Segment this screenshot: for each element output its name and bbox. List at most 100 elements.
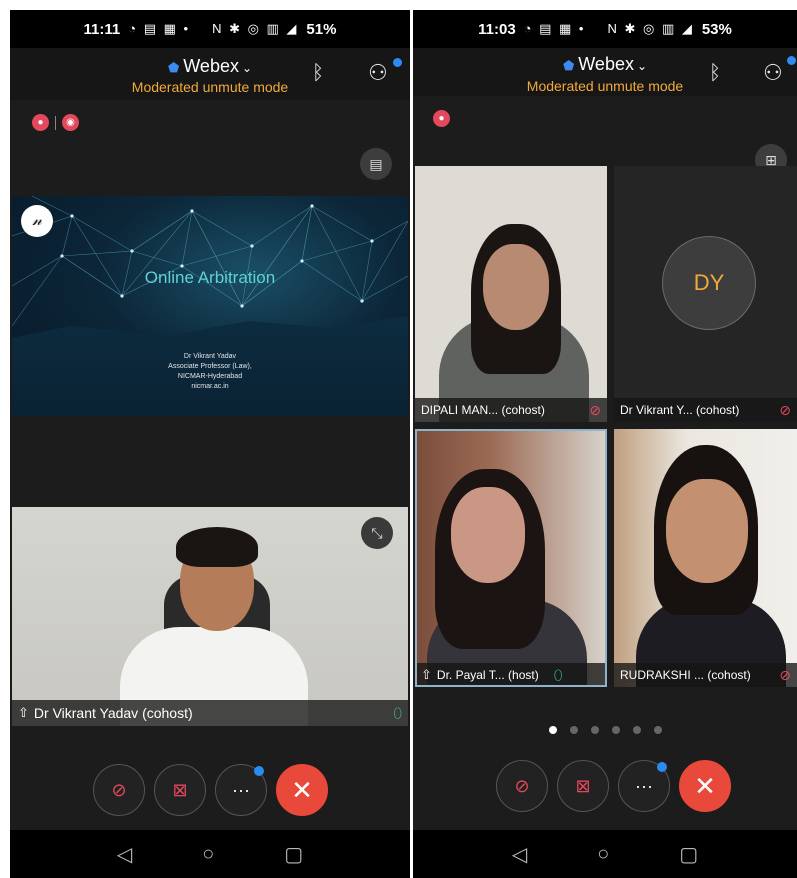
share-icon: ⇧	[18, 705, 29, 720]
meeting-indicators: ● ◉	[32, 114, 79, 131]
avatar: DY	[662, 236, 756, 330]
video-off-icon: ⊠	[172, 779, 188, 800]
moderated-mode-label: Moderated unmute mode	[131, 79, 289, 95]
mute-indicator-icon: ●	[433, 110, 450, 127]
mic-on-icon: ⬯	[393, 704, 402, 721]
end-call-button[interactable]: ✕	[276, 764, 328, 816]
mute-button[interactable]: ⊘	[496, 760, 548, 812]
phone-screen-right: 11:03 ◔ ▤ ▦ • N ✱ ◎ ▥ ◢ 53% ⬟ Webex ⌄ Mode…	[413, 10, 797, 878]
active-speaker-video[interactable]: ⤡ ⇧ Dr Vikrant Yadav (cohost) ⬯	[12, 507, 408, 726]
participant-tile[interactable]: DIPALI MAN... (cohost) ⊘	[415, 166, 607, 422]
home-icon[interactable]: ○	[597, 843, 609, 866]
call-controls: ⊘ ⊠ ··· ✕	[93, 764, 328, 816]
slide-title: Online Arbitration	[144, 268, 276, 287]
end-call-icon: ✕	[694, 770, 716, 801]
mic-muted-lock-icon: ⊘	[111, 779, 127, 800]
share-icon: ⇧	[421, 667, 432, 682]
status-bar: 11:11 ◔ ▤ ▦ • N ✱ ◎ ▥ ◢ 51%	[10, 10, 410, 48]
status-icons: ◔ ▤ ▦ •	[523, 21, 586, 36]
more-button[interactable]: ···	[215, 764, 267, 816]
notification-dot	[393, 58, 402, 67]
participant-head	[451, 487, 525, 583]
recents-icon[interactable]: ▢	[679, 842, 698, 867]
participant-name: Dr Vikrant Yadav (cohost)	[33, 705, 193, 721]
system-nav-bar: ◁ ○ ▢	[413, 830, 797, 878]
fullscreen-icon[interactable]: ⤡	[361, 517, 393, 549]
bluetooth-icon[interactable]: ᛒ	[709, 62, 721, 85]
video-name-bar: ⇧ Dr. Payal T... (host) ⬯	[415, 663, 607, 687]
mic-muted-icon: ⊘	[779, 666, 791, 683]
more-icon: ···	[232, 779, 250, 800]
layout-icon[interactable]: ▤	[360, 148, 392, 180]
status-right-icons: N ✱ ◎ ▥ ◢	[607, 21, 694, 36]
mute-indicator-icon: ●	[32, 114, 49, 131]
app-title-menu[interactable]: ⬟ Webex ⌄	[413, 54, 797, 75]
more-button[interactable]: ···	[618, 760, 670, 812]
meeting-indicators: ●	[433, 110, 450, 127]
notification-dot	[657, 762, 667, 772]
back-icon[interactable]: ◁	[512, 842, 527, 867]
video-button[interactable]: ⊠	[154, 764, 206, 816]
end-call-icon: ✕	[291, 774, 313, 805]
page-dot[interactable]	[611, 726, 620, 734]
mic-muted-icon: ⊘	[779, 401, 791, 418]
mic-muted-lock-icon: ⊘	[514, 775, 530, 796]
slide-institution: NICMAR-Hyderabad	[177, 373, 243, 380]
phone-screen-left: 11:11 ◔ ▤ ▦ • N ✱ ◎ ▥ ◢ 51% ⬟ Webex ⌄ Mode…	[10, 10, 410, 878]
call-controls: ⊘ ⊠ ··· ✕	[496, 760, 731, 812]
page-dot[interactable]	[548, 726, 557, 734]
chevron-down-icon: ⌄	[636, 59, 648, 73]
more-icon: ···	[635, 775, 653, 796]
video-button[interactable]: ⊠	[557, 760, 609, 812]
video-off-icon: ⊠	[575, 775, 591, 796]
participant-tile[interactable]: RUDRAKSHI ... (cohost) ⊘	[614, 429, 797, 687]
participant-tile[interactable]: ⇧ Dr. Payal T... (host) ⬯	[415, 429, 607, 687]
speaker-hair	[176, 527, 258, 567]
battery-level: 53%	[701, 20, 732, 38]
recents-icon[interactable]: ▢	[284, 842, 303, 867]
page-dot[interactable]	[632, 726, 641, 734]
annotate-icon[interactable]: 𝓃	[21, 205, 53, 237]
participants-icon[interactable]: ⚇	[368, 60, 388, 86]
slide-website: nicmar.ac.in	[191, 383, 229, 390]
participant-tile[interactable]: DY Dr Vikrant Y... (cohost) ⊘	[614, 166, 797, 422]
page-dot[interactable]	[653, 726, 662, 734]
slide-author: Dr Vikrant Yadav	[183, 353, 237, 360]
participant-head	[483, 244, 549, 330]
app-title: Webex	[183, 56, 239, 76]
status-time: 11:03	[478, 20, 516, 38]
video-name-bar: RUDRAKSHI ... (cohost) ⊘	[614, 663, 797, 687]
system-nav-bar: ◁ ○ ▢	[10, 830, 410, 878]
video-name-bar: ⇧ Dr Vikrant Yadav (cohost) ⬯	[12, 700, 408, 726]
home-icon[interactable]: ○	[202, 843, 214, 866]
participant-name: DIPALI MAN... (cohost)	[421, 403, 545, 417]
notification-dot	[787, 56, 796, 65]
page-dot[interactable]	[569, 726, 578, 734]
mute-button[interactable]: ⊘	[93, 764, 145, 816]
participant-name: RUDRAKSHI ... (cohost)	[620, 668, 751, 682]
recording-indicator-icon: ◉	[62, 114, 79, 131]
participant-name: Dr. Payal T... (host)	[436, 668, 539, 682]
bluetooth-icon[interactable]: ᛒ	[312, 62, 324, 85]
divider	[55, 115, 56, 130]
participant-name: Dr Vikrant Y... (cohost)	[620, 403, 740, 417]
notification-dot	[254, 766, 264, 776]
back-icon[interactable]: ◁	[117, 842, 132, 867]
end-call-button[interactable]: ✕	[679, 760, 731, 812]
slide-position: Associate Professor (Law),	[168, 363, 252, 370]
page-dot[interactable]	[590, 726, 599, 734]
status-bar: 11:03 ◔ ▤ ▦ • N ✱ ◎ ▥ ◢ 53%	[413, 10, 797, 48]
status-right-icons: N ✱ ◎ ▥ ◢	[212, 21, 299, 36]
status-icons: ◔ ▤ ▦ •	[128, 21, 191, 36]
battery-level: 51%	[306, 20, 337, 38]
app-title-menu[interactable]: ⬟ Webex ⌄	[10, 56, 410, 77]
status-time: 11:11	[83, 20, 121, 38]
shield-icon: ⬟	[562, 58, 575, 73]
page-indicator	[413, 726, 797, 734]
mic-on-icon: ⬯	[553, 666, 563, 683]
moderated-mode-label: Moderated unmute mode	[526, 78, 684, 94]
mic-muted-icon: ⊘	[589, 401, 601, 418]
app-title: Webex	[578, 54, 634, 74]
participants-icon[interactable]: ⚇	[763, 60, 783, 86]
shared-content: Online Arbitration Dr Vikrant Yadav Asso…	[12, 196, 408, 416]
